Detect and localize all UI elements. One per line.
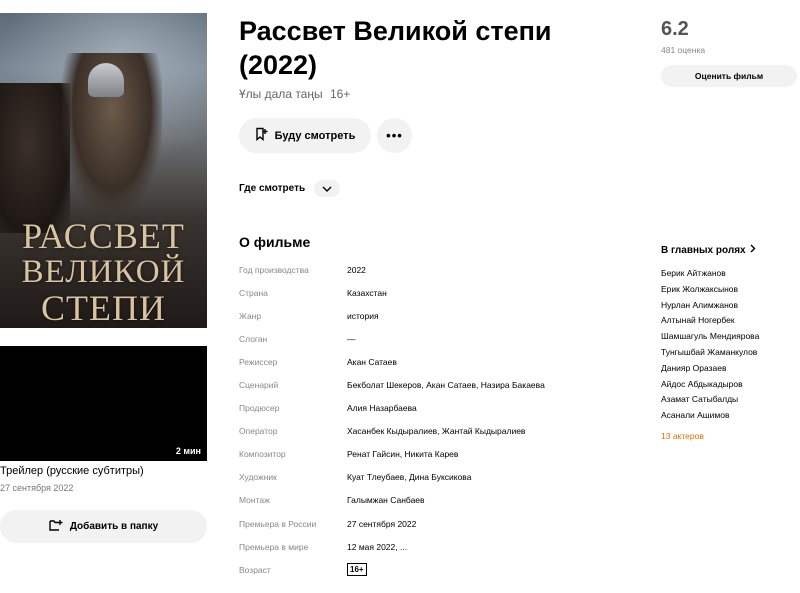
- age-badge: 16+: [347, 563, 367, 577]
- cast-item[interactable]: Данияр Оразаев: [661, 361, 759, 377]
- fact-row-producer: Продюсер Алия Назарбаева: [239, 397, 619, 420]
- fact-value[interactable]: Бекболат Шекеров, Акан Сатаев, Назира Ба…: [347, 380, 545, 390]
- fact-key: Слоган: [239, 333, 268, 344]
- fact-row-artist: Художник Куат Тлеубаев, Дина Буксикова: [239, 466, 619, 489]
- fact-key: Премьера в России: [239, 518, 317, 529]
- trailer-date: 27 сентября 2022: [0, 483, 74, 493]
- more-dots-icon: •••: [386, 128, 403, 143]
- page-title: Рассвет Великой степи (2022): [239, 16, 552, 80]
- where-to-watch[interactable]: Где смотреть: [239, 180, 341, 197]
- rating-count: 481 оценка: [661, 45, 706, 55]
- fact-row-year: Год производства 2022: [239, 258, 619, 281]
- age-rating: 16+: [329, 87, 351, 101]
- fact-row-slogan: Слоган —: [239, 327, 619, 350]
- fact-row-age: Возраст 16+: [239, 558, 619, 581]
- fact-row-director: Режиссер Акан Сатаев: [239, 350, 619, 373]
- cast-item[interactable]: Тунгышбай Жаманкулов: [661, 345, 759, 361]
- fact-key: Возраст: [239, 564, 271, 575]
- chevron-right-icon: [750, 244, 756, 256]
- fact-key: Композитор: [239, 449, 286, 460]
- fact-key: Оператор: [239, 426, 278, 437]
- trailer-duration: 2 мин: [175, 446, 201, 456]
- fact-key: Художник: [239, 472, 277, 483]
- bookmark-add-icon: [255, 127, 268, 144]
- fact-key: Жанр: [239, 310, 262, 321]
- cast-item[interactable]: Нурлан Алимжанов: [661, 298, 759, 314]
- poster-art-line3: СТЕПИ: [41, 288, 166, 328]
- fact-key: Сценарий: [239, 380, 279, 391]
- where-to-watch-label: Где смотреть: [239, 183, 306, 194]
- facts-table: Год производства 2022 Страна Казахстан Ж…: [239, 258, 619, 581]
- fact-key: Премьера в мире: [239, 541, 309, 552]
- fact-value[interactable]: Ренат Гайсин, Никита Карев: [347, 449, 458, 459]
- cast-heading-label: В главных ролях: [661, 244, 746, 256]
- watch-later-label: Буду смотреть: [274, 129, 356, 142]
- fact-value[interactable]: Куат Тлеубаев, Дина Буксикова: [347, 472, 471, 482]
- add-to-folder-button[interactable]: Добавить в папку: [0, 510, 207, 543]
- fact-value[interactable]: Казахстан: [347, 288, 387, 298]
- rate-movie-button[interactable]: Оценить фильм: [661, 65, 797, 87]
- cast-item[interactable]: Ерик Жолжаксынов: [661, 282, 759, 298]
- trailer-video[interactable]: 2 мин: [0, 346, 207, 461]
- fact-value[interactable]: Галымжан Санбаев: [347, 495, 425, 505]
- cast-item[interactable]: Асанали Ашимов: [661, 408, 759, 424]
- fact-row-genre: Жанр история: [239, 304, 619, 327]
- cast-item[interactable]: Алтынай Ногербек: [661, 313, 759, 329]
- fact-key: Режиссер: [239, 356, 278, 367]
- fact-row-composer: Композитор Ренат Гайсин, Никита Карев: [239, 443, 619, 466]
- fact-value[interactable]: Акан Сатаев: [347, 357, 397, 367]
- fact-row-premiere-russia: Премьера в России 27 сентября 2022: [239, 512, 619, 535]
- cast-item[interactable]: Шамшагуль Мендиярова: [661, 329, 759, 345]
- fact-row-country: Страна Казахстан: [239, 281, 619, 304]
- fact-value: —: [347, 333, 356, 344]
- folder-add-icon: [49, 519, 63, 534]
- add-to-folder-label: Добавить в папку: [69, 521, 159, 532]
- fact-row-writer: Сценарий Бекболат Шекеров, Акан Сатаев, …: [239, 373, 619, 396]
- movie-poster[interactable]: РАССВЕТ ВЕЛИКОЙ СТЕПИ: [0, 13, 207, 328]
- fact-key: Год производства: [239, 264, 309, 275]
- cast-heading[interactable]: В главных ролях: [661, 244, 756, 256]
- fact-key: Страна: [239, 287, 268, 298]
- cast-item[interactable]: Азамат Сатыбалды: [661, 392, 759, 408]
- original-title-line: Ұлы дала таңы 16+: [239, 87, 350, 101]
- about-heading: О фильме: [239, 234, 311, 250]
- poster-art-line2: ВЕЛИКОЙ: [21, 254, 186, 290]
- fact-value[interactable]: история: [347, 311, 379, 321]
- fact-value[interactable]: 2022: [347, 265, 366, 275]
- fact-row-premiere-world: Премьера в мире 12 мая 2022, ...: [239, 535, 619, 558]
- fact-value[interactable]: 12 мая 2022, ...: [347, 542, 407, 552]
- fact-row-editor: Монтаж Галымжан Санбаев: [239, 489, 619, 512]
- fact-key: Продюсер: [239, 403, 280, 414]
- original-title: Ұлы дала таңы: [239, 87, 323, 101]
- cast-more-link[interactable]: 13 актеров: [661, 431, 704, 441]
- cast-list: Берик Айтжанов Ерик Жолжаксынов Нурлан А…: [661, 266, 759, 424]
- trailer-title[interactable]: Трейлер (русские субтитры): [0, 465, 144, 477]
- fact-row-operator: Оператор Хасанбек Кыдыралиев, Жантай Кыд…: [239, 420, 619, 443]
- cast-item[interactable]: Берик Айтжанов: [661, 266, 759, 282]
- fact-value[interactable]: Алия Назарбаева: [347, 403, 417, 413]
- poster-horse: [0, 83, 70, 233]
- fact-value[interactable]: 27 сентября 2022: [347, 519, 416, 529]
- fact-value[interactable]: Хасанбек Кыдыралиев, Жантай Кыдыралиев: [347, 426, 525, 436]
- poster-title-art: РАССВЕТ ВЕЛИКОЙ СТЕПИ: [0, 218, 207, 326]
- watch-later-button[interactable]: Буду смотреть: [239, 118, 371, 153]
- fact-key: Монтаж: [239, 495, 270, 506]
- poster-helmet: [88, 63, 124, 97]
- poster-art-line1: РАССВЕТ: [22, 216, 185, 256]
- cast-item[interactable]: Айдос Абдыкадыров: [661, 377, 759, 393]
- more-options-button[interactable]: •••: [377, 118, 412, 153]
- chevron-down-icon[interactable]: [314, 180, 341, 197]
- rating-value: 6.2: [661, 18, 689, 40]
